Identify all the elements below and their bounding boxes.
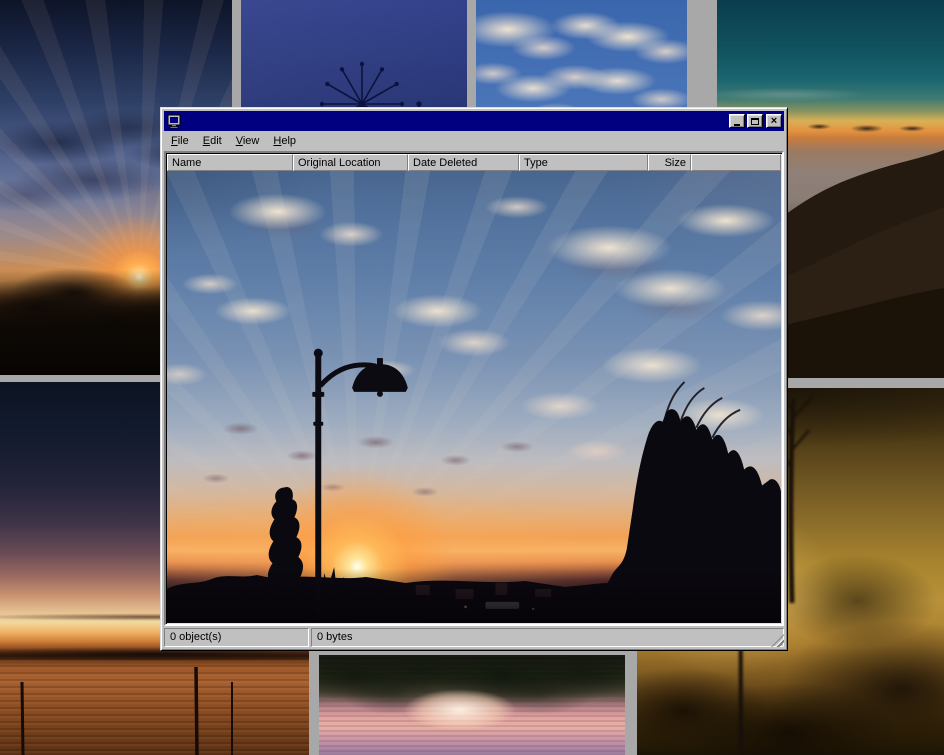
minimize-button[interactable] [729, 114, 745, 128]
status-object-count: 0 object(s) [164, 628, 309, 647]
menu-bar: File Edit View Help [164, 132, 784, 151]
status-bar: 0 object(s) 0 bytes [164, 626, 784, 647]
maximize-icon [751, 118, 759, 125]
close-button[interactable]: × [766, 114, 782, 128]
menu-view[interactable]: View [229, 133, 267, 150]
maximize-button[interactable] [747, 114, 763, 128]
menu-help[interactable]: Help [266, 133, 303, 150]
menu-edit[interactable]: Edit [196, 133, 229, 150]
photo-bottom-vignette [167, 171, 781, 623]
column-header-original-location[interactable]: Original Location [293, 154, 408, 171]
column-header-empty[interactable] [691, 154, 781, 171]
minimize-icon [734, 124, 740, 126]
window-icon [166, 114, 182, 129]
window-titlebar[interactable]: × [164, 111, 784, 131]
close-icon: × [771, 116, 777, 126]
column-header-name[interactable]: Name [167, 154, 293, 171]
file-list-view: Name Original Location Date Deleted Type… [164, 151, 784, 626]
menu-file[interactable]: File [164, 133, 196, 150]
column-headers: Name Original Location Date Deleted Type… [167, 154, 781, 171]
wallpaper-photo-pink-reflections [319, 655, 625, 755]
column-header-size[interactable]: Size [648, 154, 691, 171]
recycle-bin-window: × File Edit View Help Name Original Loca… [160, 107, 788, 651]
list-content-area[interactable] [167, 171, 781, 623]
column-header-type[interactable]: Type [519, 154, 648, 171]
column-header-date-deleted[interactable]: Date Deleted [408, 154, 519, 171]
status-byte-count: 0 bytes [311, 628, 784, 647]
